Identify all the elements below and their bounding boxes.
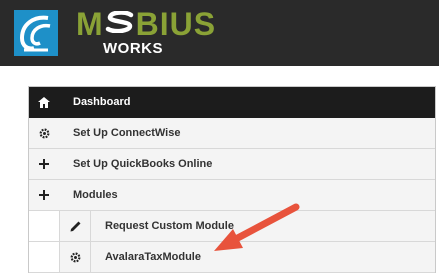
logo-badge-icon[interactable] [14, 10, 58, 56]
submenu-indent [29, 211, 59, 241]
menu-item-setup-quickbooks[interactable]: Set Up QuickBooks Online [29, 149, 435, 180]
submenu-indent [29, 242, 59, 272]
swirl-logo-icon [14, 10, 58, 56]
submenu-item-request-custom-module[interactable]: Request Custom Module [29, 211, 435, 242]
menu-item-setup-connectwise[interactable]: Set Up ConnectWise [29, 118, 435, 149]
brand-name-left: M [76, 6, 104, 42]
submenu-item-body: Request Custom Module [91, 211, 435, 241]
home-icon [29, 87, 59, 117]
brand-subtitle: WORKS [103, 40, 163, 57]
menu-item-label: Set Up QuickBooks Online [73, 158, 213, 170]
menu-item-label: Modules [73, 189, 118, 201]
gear-icon [59, 242, 91, 272]
plus-icon [29, 149, 59, 179]
submenu-item-avalara-tax-module[interactable]: AvalaraTaxModule [29, 242, 435, 273]
submenu-item-label: Request Custom Module [105, 220, 234, 232]
gear-icon [29, 118, 59, 148]
app-header: M BIUS WORKS [0, 0, 439, 66]
plus-icon [29, 180, 59, 210]
submenu-item-body: AvalaraTaxModule [91, 242, 435, 272]
header-spacer [0, 66, 439, 86]
menu-item-modules[interactable]: Modules [29, 180, 435, 211]
menu-item-label: Dashboard [73, 96, 131, 108]
brand-name-right: BIUS [135, 6, 217, 42]
menu-item-dashboard[interactable]: Dashboard [29, 87, 435, 118]
pencil-icon [59, 211, 91, 241]
brand-s-mark-icon [105, 6, 135, 34]
submenu-item-label: AvalaraTaxModule [105, 251, 201, 263]
menu-item-label: Set Up ConnectWise [73, 127, 181, 139]
brand-name: M BIUS [76, 6, 216, 40]
sidebar-menu: Dashboard Set Up ConnectWise Set Up Quic… [28, 86, 436, 273]
